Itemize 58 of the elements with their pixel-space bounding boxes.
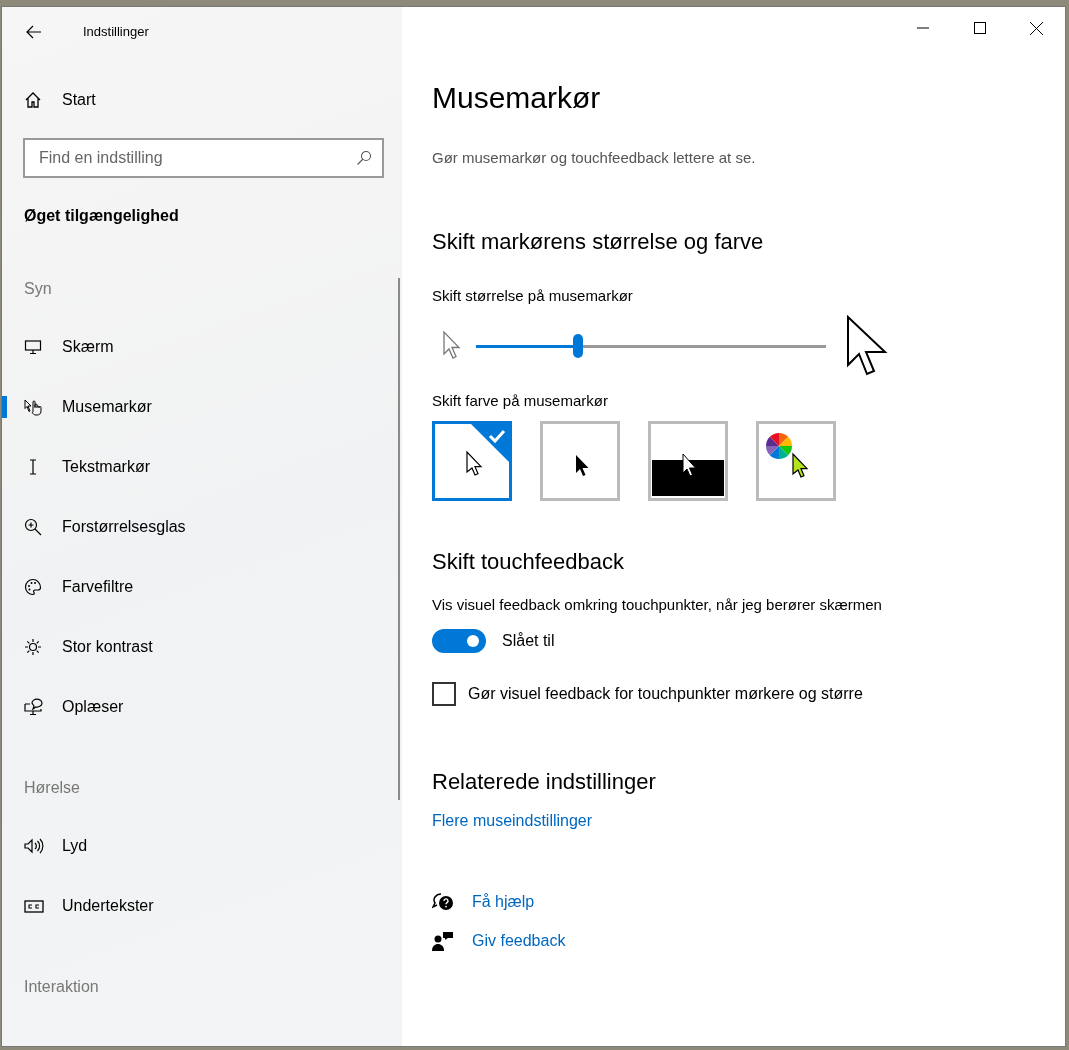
nav-item[interactable]: Lyd [2,816,402,876]
nav-item[interactable]: Farvefiltre [2,557,402,617]
maximize-icon [973,22,986,34]
page-title: Musemarkør [432,80,602,116]
mouse-settings-link[interactable]: Flere museindstillinger [432,810,593,832]
nav-item[interactable]: Stor kontrast [2,617,402,677]
help-chat-icon [432,892,454,912]
narrator-icon [24,698,44,716]
close-icon [1030,21,1043,35]
back-arrow-icon [26,24,42,39]
slider-thumb[interactable] [572,334,583,358]
search-field[interactable]: Find en indstilling [23,138,384,178]
nav-item[interactable]: Tekstmarkør [2,437,402,497]
sun-icon [24,638,42,656]
color-wheel-pointer-icon [766,433,809,478]
size-slider[interactable] [476,334,826,358]
toggle-switch[interactable] [432,629,486,653]
checkbox-label: Gør visuel feedback for touchpunkter mørkere og større [468,685,863,703]
hand-pointer-icon [24,398,44,416]
nav-item[interactable]: Skærm [2,317,402,377]
pointer-icon [466,450,483,476]
nav-item[interactable]: Oplæser [2,677,402,737]
help-link[interactable]: Få hjælp [472,893,535,911]
pointer-icon [576,455,589,476]
color-label: Skift farve på musemarkør [432,391,609,411]
magnifier-icon [24,518,42,536]
nav-item[interactable]: Musemarkør [2,377,402,437]
speaker-icon [24,837,44,855]
pointer-color-option[interactable] [432,421,512,501]
slider-label: Skift størrelse på musemarkør [432,286,634,306]
nav-item[interactable]: Undertekster [2,876,402,936]
check-corner-icon [471,424,509,462]
group-heading: Interaktion [23,977,100,997]
section-heading: Skift markørens størrelse og farve [432,228,765,256]
page-description: Gør musemarkør og touchfeedback lettere at se. [432,148,757,168]
window-title: Indstillinger [83,24,149,39]
pointer-color-option[interactable] [756,421,836,501]
pointer-color-option[interactable] [540,421,620,501]
home-icon [24,91,42,109]
toggle-label: Slået til [502,632,555,650]
palette-icon [24,578,42,596]
search-icon [356,150,372,166]
section-heading: Skift touchfeedback [432,548,625,576]
pointer-color-option[interactable] [648,421,728,501]
nav-item[interactable]: Forstørrelsesglas [2,497,402,557]
large-pointer-icon [846,315,890,377]
section-heading: Relaterede indstillinger [432,768,657,796]
feedback-person-icon [432,931,454,951]
touch-feedback-label: Vis visuel feedback omkring touchpunkter, når jeg berører skærmen [432,595,883,615]
group-heading: Syn [23,279,53,299]
group-heading: Hørelse [23,778,81,798]
help-link[interactable]: Giv feedback [472,932,566,950]
category-heading: Øget tilgængelighed [24,206,180,226]
checkbox[interactable] [432,682,456,706]
inverted-pointer-icon [652,453,724,496]
start-nav-item[interactable]: Start [2,70,402,130]
monitor-icon [24,338,42,356]
closed-captions-icon [24,897,44,915]
